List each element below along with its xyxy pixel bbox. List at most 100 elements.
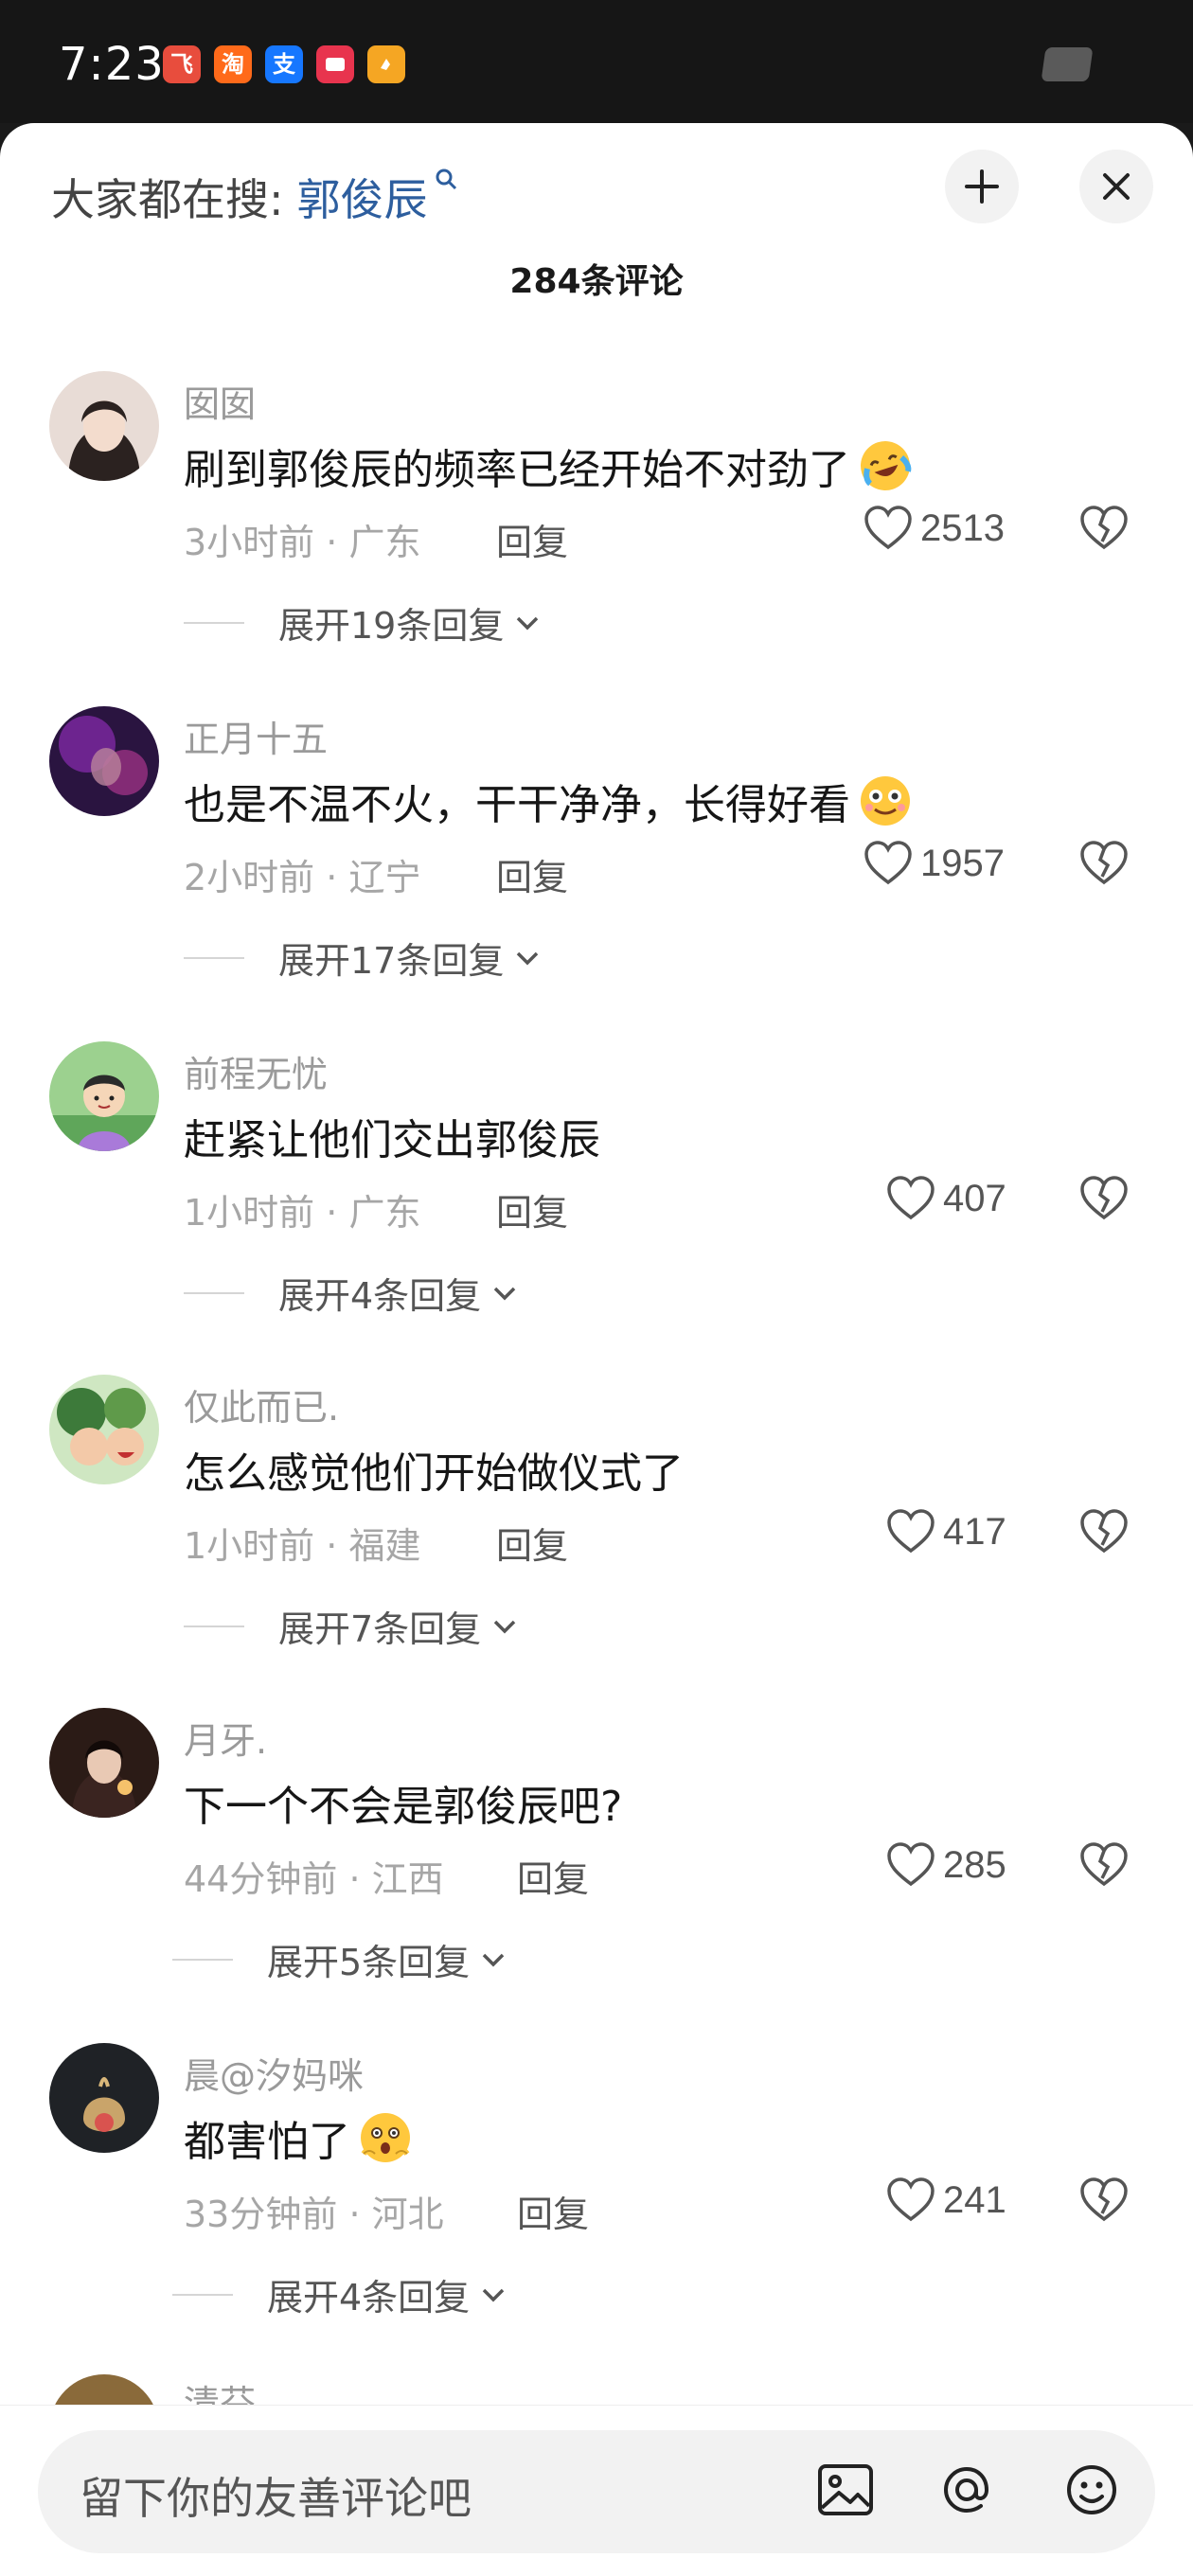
broken-heart-icon bbox=[1080, 506, 1128, 550]
comment-text-content: 赶紧让他们交出郭俊辰 bbox=[184, 1116, 600, 1164]
mention-button[interactable] bbox=[935, 2459, 998, 2525]
expand-divider bbox=[172, 2293, 233, 2296]
chevron-down-icon bbox=[482, 1953, 505, 1966]
comment-text: 也是不温不火，干干净净，长得好看 bbox=[184, 771, 915, 831]
comment-username[interactable]: 月牙. bbox=[184, 1712, 267, 1764]
expand-replies-label: 展开5条回复 bbox=[267, 1942, 471, 1983]
expand-replies-button[interactable]: 展开17条回复 bbox=[184, 932, 542, 984]
chevron-down-icon bbox=[482, 2288, 505, 2301]
comment-username[interactable]: 仅此而已. bbox=[184, 1378, 339, 1430]
comment-item: 月牙. 下一个不会是郭俊辰吧? 44分钟前 · 江西 回复 285 展开5条回复 bbox=[0, 1708, 1193, 2043]
like-button[interactable]: 2513 bbox=[864, 506, 1005, 551]
comment-location: 广东 bbox=[348, 1192, 421, 1234]
expand-replies-label: 展开19条回复 bbox=[278, 605, 505, 647]
comment-username[interactable]: 囡囡 bbox=[184, 375, 256, 427]
trending-search-term[interactable]: 郭俊辰 bbox=[297, 166, 428, 228]
reply-button[interactable]: 回复 bbox=[517, 2185, 589, 2237]
heart-icon bbox=[887, 1842, 935, 1887]
expand-replies-button[interactable]: 展开19条回复 bbox=[184, 596, 542, 648]
minimize-icon bbox=[965, 169, 999, 204]
comment-text-content: 都害怕了 bbox=[184, 2118, 350, 2166]
comment-username[interactable]: 正月十五 bbox=[184, 710, 328, 762]
like-button[interactable]: 241 bbox=[886, 2177, 1006, 2223]
expand-replies-button[interactable]: 展开5条回复 bbox=[172, 1933, 507, 1985]
avatar[interactable] bbox=[49, 706, 159, 816]
avatar[interactable] bbox=[49, 371, 159, 481]
image-button[interactable] bbox=[814, 2459, 877, 2525]
like-count: 1957 bbox=[920, 842, 1005, 884]
emoji-icon bbox=[1067, 2465, 1116, 2514]
comment-input-placeholder: 留下你的友善评论吧 bbox=[80, 2473, 472, 2524]
dislike-button[interactable] bbox=[1079, 2177, 1129, 2227]
like-count: 285 bbox=[943, 1843, 1006, 1886]
comment-meta: 1小时前 · 福建 bbox=[184, 1525, 421, 1567]
like-button[interactable]: 285 bbox=[886, 1842, 1006, 1888]
emoji-button[interactable] bbox=[1060, 2459, 1123, 2525]
reply-button[interactable]: 回复 bbox=[496, 513, 568, 565]
heart-icon bbox=[864, 841, 912, 885]
comment-item: 仅此而已. 怎么感觉他们开始做仪式了 1小时前 · 福建 回复 417 展开7条… bbox=[0, 1375, 1193, 1710]
expand-replies-button[interactable]: 展开4条回复 bbox=[184, 1267, 519, 1319]
status-app-icons: 飞 淘 支 bbox=[163, 45, 405, 83]
comment-time: 33分钟前 bbox=[184, 2194, 338, 2235]
dislike-button[interactable] bbox=[1079, 841, 1129, 890]
image-icon bbox=[818, 2464, 873, 2515]
dislike-button[interactable] bbox=[1079, 1842, 1129, 1892]
avatar[interactable] bbox=[49, 1041, 159, 1151]
taobao-icon: 淘 bbox=[214, 45, 252, 83]
like-button[interactable]: 417 bbox=[886, 1509, 1006, 1554]
reply-button[interactable]: 回复 bbox=[496, 1517, 568, 1569]
alipay-icon: 支 bbox=[265, 45, 303, 83]
comment-time: 2小时前 bbox=[184, 857, 315, 898]
search-icon bbox=[434, 167, 458, 198]
reply-button[interactable]: 回复 bbox=[517, 1850, 589, 1902]
comment-time: 1小时前 bbox=[184, 1192, 315, 1234]
close-button[interactable] bbox=[1079, 150, 1153, 223]
expand-divider bbox=[184, 1625, 244, 1627]
comment-text-content: 怎么感觉他们开始做仪式了 bbox=[184, 1449, 684, 1498]
comment-meta: 1小时前 · 广东 bbox=[184, 1192, 421, 1234]
reply-button[interactable]: 回复 bbox=[496, 1183, 568, 1235]
comment-text: 赶紧让他们交出郭俊辰 bbox=[184, 1106, 600, 1166]
dislike-button[interactable] bbox=[1079, 1509, 1129, 1558]
heart-icon bbox=[864, 506, 912, 550]
comment-text-content: 也是不温不火，干干净净，长得好看 bbox=[184, 781, 850, 829]
comment-location: 广东 bbox=[348, 522, 421, 563]
comment-count: 284条评论 bbox=[509, 262, 684, 301]
comment-text-content: 刷到郭俊辰的频率已经开始不对劲了 bbox=[184, 446, 850, 494]
minimize-button[interactable] bbox=[945, 150, 1019, 223]
expand-replies-label: 展开17条回复 bbox=[278, 940, 505, 982]
heart-icon bbox=[887, 1176, 935, 1220]
trending-search[interactable]: 大家都在搜: 郭俊辰 bbox=[51, 159, 458, 235]
like-button[interactable]: 1957 bbox=[864, 841, 1005, 886]
comment-username[interactable]: 晨@汐妈咪 bbox=[184, 2047, 364, 2099]
avatar[interactable] bbox=[49, 1708, 159, 1818]
comment-text-content: 下一个不会是郭俊辰吧? bbox=[184, 1783, 623, 1831]
comment-sheet: 大家都在搜: 郭俊辰 284条评论 囡囡 刷到郭俊辰的频率已经开始不对劲了 3小… bbox=[0, 123, 1193, 2575]
comment-username[interactable]: 前程无忧 bbox=[184, 1045, 328, 1097]
expand-replies-button[interactable]: 展开4条回复 bbox=[172, 2268, 507, 2320]
expand-replies-label: 展开7条回复 bbox=[278, 1608, 482, 1650]
comment-text: 都害怕了 bbox=[184, 2107, 415, 2168]
expand-replies-button[interactable]: 展开7条回复 bbox=[184, 1600, 519, 1652]
comment-time: 44分钟前 bbox=[184, 1858, 338, 1900]
avatar[interactable] bbox=[49, 2043, 159, 2153]
avatar[interactable] bbox=[49, 1375, 159, 1484]
reply-button[interactable]: 回复 bbox=[496, 848, 568, 900]
broken-heart-icon bbox=[1080, 1176, 1128, 1220]
comment-location: 福建 bbox=[348, 1525, 421, 1567]
broken-heart-icon bbox=[1080, 2177, 1128, 2222]
broken-heart-icon bbox=[1080, 1509, 1128, 1554]
expand-divider bbox=[184, 621, 244, 624]
like-button[interactable]: 407 bbox=[886, 1176, 1006, 1221]
broken-heart-icon bbox=[1080, 841, 1128, 885]
comment-input[interactable]: 留下你的友善评论吧 bbox=[38, 2430, 1155, 2553]
comment-item: 正月十五 也是不温不火，干干净净，长得好看 2小时前 · 辽宁 回复 1957 bbox=[0, 706, 1193, 1041]
dislike-button[interactable] bbox=[1079, 1176, 1129, 1225]
expand-replies-label: 展开4条回复 bbox=[278, 1275, 482, 1317]
at-mention-icon bbox=[943, 2466, 989, 2514]
comment-meta: 3小时前 · 广东 bbox=[184, 522, 421, 563]
comment-location: 江西 bbox=[371, 1858, 444, 1900]
dislike-button[interactable] bbox=[1079, 506, 1129, 555]
comment-time: 3小时前 bbox=[184, 522, 315, 563]
